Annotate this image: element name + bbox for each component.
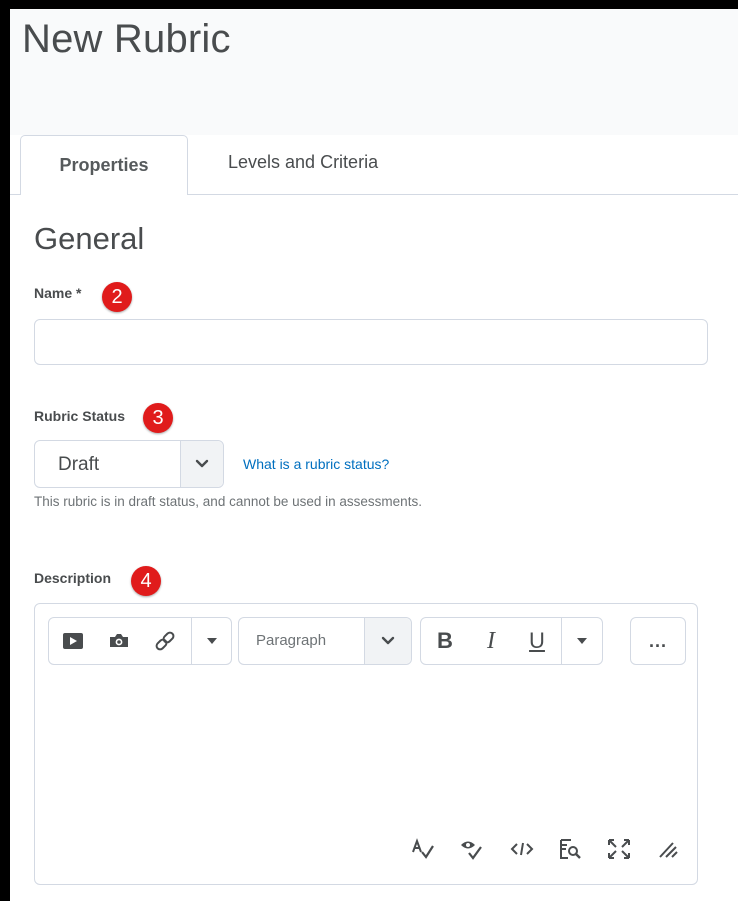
editor-status-bar <box>35 836 699 866</box>
description-label: Description <box>34 570 112 586</box>
rubric-status-helper-text: This rubric is in draft status, and cann… <box>34 494 422 509</box>
name-label: Name * <box>34 285 82 301</box>
rubric-status-select[interactable]: Draft <box>34 440 224 488</box>
paragraph-format-select[interactable]: Paragraph <box>238 617 412 665</box>
tab-levels-and-criteria[interactable]: Levels and Criteria <box>228 152 378 173</box>
more-options-button[interactable]: ... <box>630 617 686 665</box>
preview-icon[interactable] <box>557 836 583 862</box>
spellcheck-icon[interactable] <box>410 836 436 862</box>
video-icon[interactable] <box>53 618 93 664</box>
chevron-down-icon <box>180 441 223 487</box>
insert-more-caret-icon[interactable] <box>192 618 232 664</box>
camera-icon[interactable] <box>99 618 139 664</box>
step-badge-3: 3 <box>143 403 173 433</box>
section-title: General <box>34 221 145 256</box>
format-toolbar-group: B I U <box>420 617 603 665</box>
format-more-caret-icon[interactable] <box>562 618 602 664</box>
name-input[interactable] <box>34 319 708 365</box>
source-code-icon[interactable] <box>509 836 535 862</box>
rubric-status-help-link[interactable]: What is a rubric status? <box>243 456 389 472</box>
paragraph-format-value: Paragraph <box>256 632 327 649</box>
link-icon[interactable] <box>145 618 185 664</box>
rubric-status-value: Draft <box>58 454 100 475</box>
step-badge-2: 2 <box>102 282 132 312</box>
chevron-down-icon <box>364 618 411 664</box>
more-options-label: ... <box>648 630 667 651</box>
step-badge-4: 4 <box>131 566 161 596</box>
rubric-status-label: Rubric Status <box>34 408 126 424</box>
italic-button[interactable]: I <box>469 618 513 664</box>
fullscreen-icon[interactable] <box>606 836 632 862</box>
resize-handle-icon[interactable] <box>655 836 681 862</box>
tab-properties[interactable]: Properties <box>20 135 188 195</box>
page-title: New Rubric <box>22 17 231 61</box>
accessibility-check-icon[interactable] <box>458 836 484 862</box>
bold-button[interactable]: B <box>423 618 467 664</box>
rubric-page: New Rubric Properties Levels and Criteri… <box>10 9 738 901</box>
page-header: New Rubric <box>10 9 738 135</box>
description-editor[interactable]: Paragraph B I U ... <box>34 603 698 885</box>
insert-toolbar-group <box>48 617 232 665</box>
underline-button[interactable]: U <box>515 618 559 664</box>
